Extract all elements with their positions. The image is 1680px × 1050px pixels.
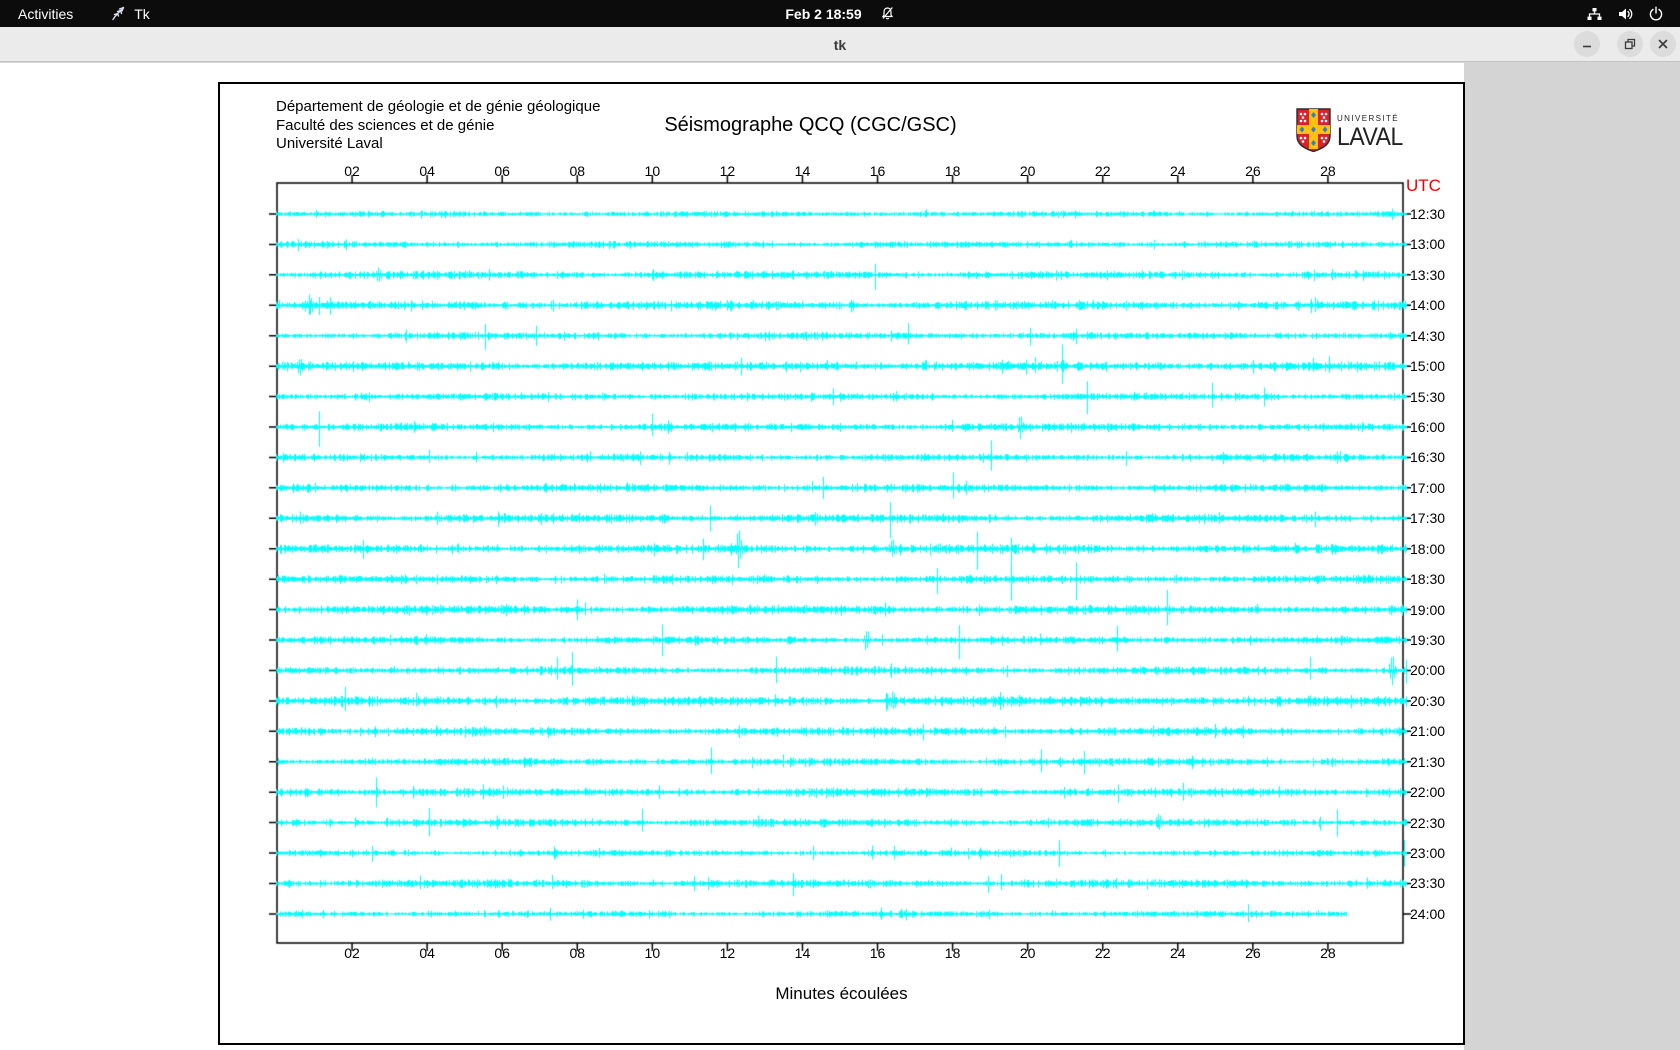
- logo-small-text: UNIVERSITÉ: [1337, 114, 1400, 123]
- logo-large-text: LAVAL: [1337, 123, 1403, 151]
- window-titlebar: tk: [0, 27, 1680, 62]
- seismograph-plot: [218, 82, 1465, 1045]
- minute-tick-label-top: 02: [344, 163, 360, 179]
- minute-tick-label-bottom: 20: [1019, 945, 1036, 961]
- utc-time-label: 17:00: [1410, 479, 1446, 496]
- utc-time-label: 13:00: [1410, 236, 1446, 253]
- network-icon: [1586, 6, 1603, 22]
- minute-tick-label-top: 18: [944, 163, 961, 179]
- minute-tick-label-top: 04: [419, 163, 435, 179]
- minute-tick-label-bottom: 06: [494, 945, 510, 961]
- minute-tick-label-top: 06: [494, 163, 510, 179]
- minute-tick-label-bottom: 08: [569, 945, 586, 961]
- utc-time-label: 16:30: [1410, 449, 1446, 466]
- utc-time-label: 17:30: [1410, 510, 1446, 527]
- window-content: Département de géologie et de génie géol…: [0, 63, 1680, 1050]
- notifications-disabled-icon: [880, 6, 895, 21]
- minute-tick-label-top: 12: [719, 163, 736, 179]
- minute-tick-label-bottom: 22: [1094, 945, 1111, 961]
- minute-tick-label-top: 28: [1320, 163, 1336, 179]
- utc-time-label: 19:00: [1410, 601, 1446, 618]
- chart-title: Séismographe QCQ (CGC/GSC): [664, 114, 957, 136]
- minute-tick-label-top: 14: [794, 163, 811, 179]
- universite-laval-logo: UNIVERSITÉ LAVAL: [1296, 108, 1409, 157]
- seismograph-sheet: Département de géologie et de génie géol…: [218, 82, 1465, 1045]
- minute-tick-label-bottom: 26: [1245, 945, 1261, 961]
- utc-time-label: 15:30: [1410, 388, 1446, 405]
- volume-icon: [1617, 6, 1634, 22]
- header-line-3: Université Laval: [276, 135, 383, 152]
- system-status-area[interactable]: [1586, 0, 1680, 27]
- minute-tick-label-top: 20: [1019, 163, 1036, 179]
- utc-time-label: 12:30: [1410, 206, 1446, 222]
- minute-tick-label-bottom: 18: [944, 945, 961, 961]
- clock[interactable]: Feb 2 18:59: [785, 6, 861, 22]
- utc-time-label: 13:30: [1410, 266, 1446, 283]
- utc-axis-title: UTC: [1406, 176, 1441, 195]
- minute-tick-label-bottom: 02: [344, 945, 360, 961]
- utc-time-label: 19:30: [1410, 632, 1446, 649]
- window-title: tk: [833, 36, 847, 53]
- minute-tick-label-bottom: 10: [644, 945, 661, 961]
- minute-tick-label-bottom: 14: [794, 945, 811, 961]
- utc-time-label: 16:00: [1410, 419, 1446, 435]
- utc-time-label: 15:00: [1410, 358, 1446, 375]
- utc-time-label: 22:30: [1410, 814, 1446, 831]
- power-icon: [1648, 6, 1664, 22]
- gnome-top-bar: Activities Tk Feb 2 18:59: [0, 0, 1680, 27]
- minute-tick-label-top: 16: [869, 163, 886, 179]
- utc-time-label: 18:00: [1410, 540, 1446, 557]
- minimize-button[interactable]: [1574, 31, 1600, 57]
- tk-canvas-widget: Département de géologie et de génie géol…: [0, 63, 1465, 1050]
- minute-tick-label-bottom: 24: [1170, 945, 1186, 961]
- minute-tick-label-bottom: 28: [1320, 945, 1336, 961]
- minute-tick-label-bottom: 04: [419, 945, 435, 961]
- minute-tick-label-top: 10: [644, 163, 661, 179]
- utc-time-label: 21:30: [1410, 753, 1446, 770]
- utc-time-label: 20:00: [1410, 662, 1446, 679]
- utc-time-label: 20:30: [1410, 692, 1446, 709]
- minute-tick-label-bottom: 16: [869, 945, 886, 961]
- close-button[interactable]: [1650, 31, 1676, 57]
- utc-time-label: 14:00: [1410, 297, 1446, 314]
- utc-time-label: 14:30: [1410, 327, 1446, 344]
- minute-tick-label-top: 24: [1170, 163, 1186, 179]
- minute-tick-label-top: 26: [1245, 163, 1261, 179]
- maximize-button[interactable]: [1617, 31, 1643, 57]
- laval-shield-icon: [1296, 108, 1331, 157]
- utc-time-label: 23:00: [1410, 845, 1446, 862]
- utc-time-label: 22:00: [1410, 784, 1446, 801]
- utc-time-label: 24:00: [1410, 905, 1446, 922]
- utc-time-label: 18:30: [1410, 571, 1446, 588]
- x-axis-title: Minutes écoulées: [775, 984, 908, 1003]
- utc-time-label: 23:30: [1410, 875, 1446, 892]
- utc-time-label: 21:00: [1410, 723, 1446, 740]
- minute-tick-label-top: 08: [569, 163, 586, 179]
- minute-tick-label-bottom: 12: [719, 945, 736, 961]
- minute-tick-label-top: 22: [1094, 163, 1111, 179]
